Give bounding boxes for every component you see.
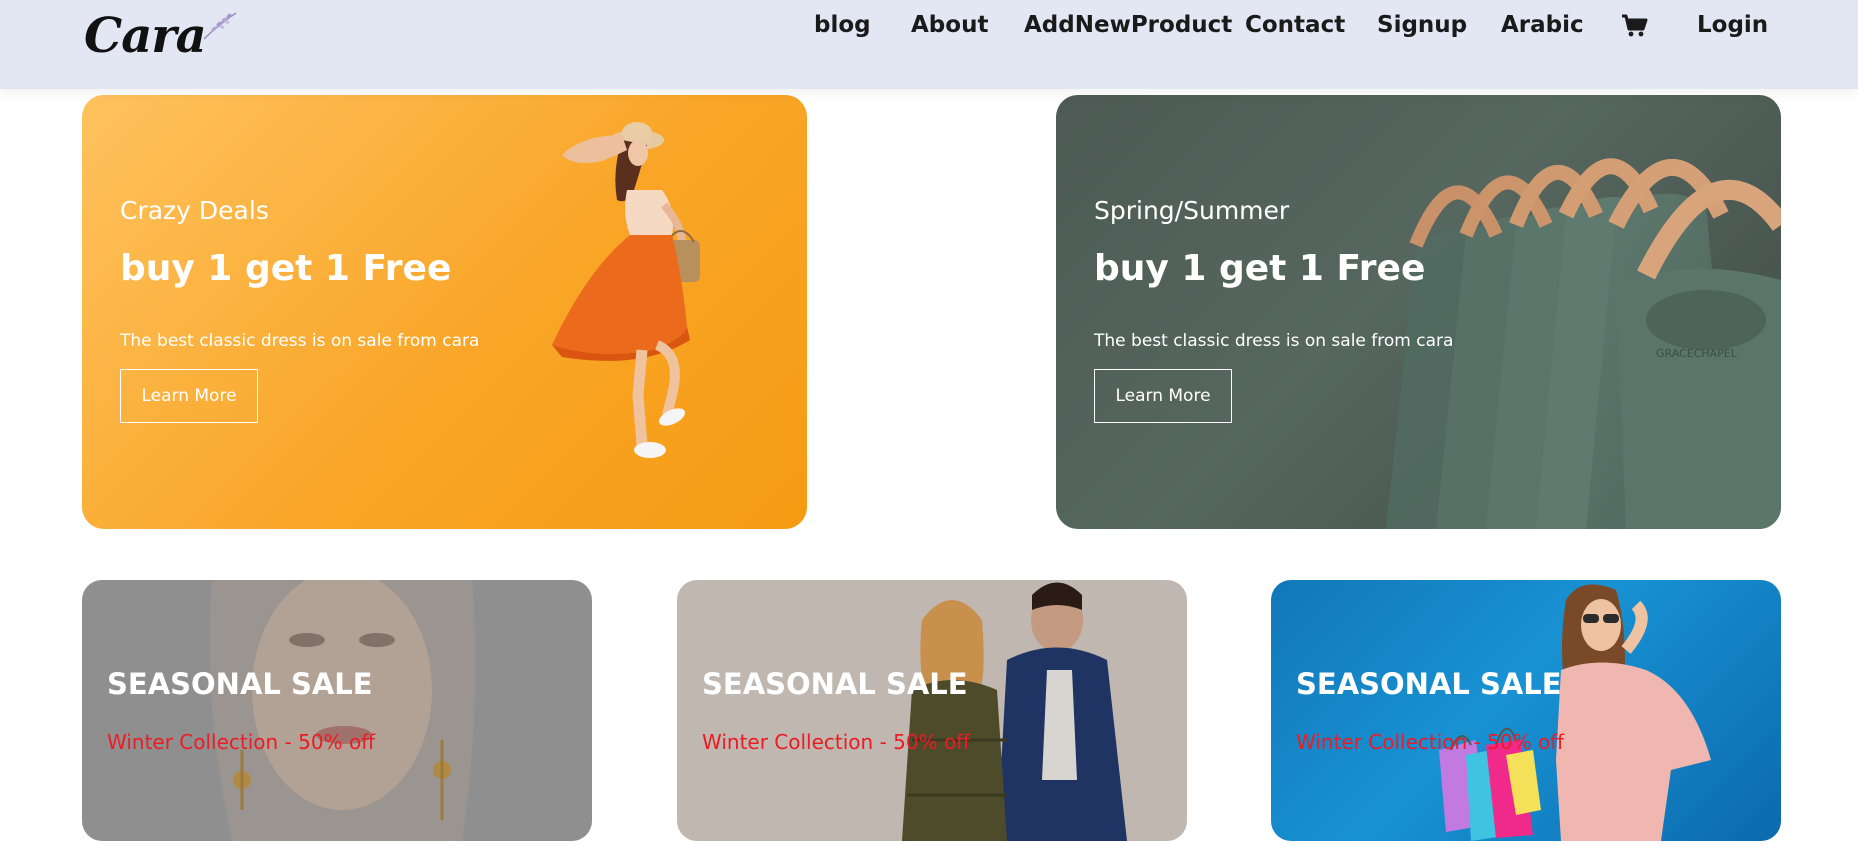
cart-icon[interactable] (1621, 14, 1649, 44)
banner-title: buy 1 get 1 Free (120, 248, 452, 289)
nav-link-add-new-product[interactable]: AddNewProduct (1024, 12, 1232, 38)
couple-in-jackets-image (902, 582, 1127, 841)
seasonal-sale-banner-2[interactable]: SEASONAL SALE Winter Collection - 50% of… (677, 580, 1187, 841)
banner-crazy-deals: Crazy Deals buy 1 get 1 Free The best cl… (82, 95, 807, 529)
woman-with-shopping-bags-image (1439, 584, 1711, 841)
banner-spring-summer: GRACECHAPEL Spring/Summer buy 1 get 1 Fr… (1056, 95, 1781, 529)
nav-link-contact[interactable]: Contact (1245, 12, 1345, 38)
site-header: Cara blog About AddNewProduct Contact Si… (0, 0, 1858, 89)
small-banner-subtitle: Winter Collection - 50% off (107, 730, 375, 754)
seasonal-sale-banner-3[interactable]: SEASONAL SALE Winter Collection - 50% of… (1271, 580, 1781, 841)
learn-more-button[interactable]: Learn More (120, 369, 258, 423)
small-banner-title: SEASONAL SALE (702, 667, 968, 701)
nav-link-signup[interactable]: Signup (1377, 12, 1467, 38)
nav-link-blog[interactable]: blog (814, 12, 871, 38)
seasonal-sale-banner-1[interactable]: SEASONAL SALE Winter Collection - 50% of… (82, 580, 592, 841)
main-nav: blog About AddNewProduct Contact Signup … (0, 0, 1858, 54)
banner-description: The best classic dress is on sale from c… (1094, 331, 1454, 351)
nav-link-about[interactable]: About (911, 12, 988, 38)
banner-subtitle: Crazy Deals (120, 196, 269, 225)
banner-subtitle: Spring/Summer (1094, 196, 1290, 225)
nav-link-arabic[interactable]: Arabic (1501, 12, 1584, 38)
svg-text:GRACECHAPEL: GRACECHAPEL (1656, 347, 1738, 360)
banner-description: The best classic dress is on sale from c… (120, 331, 480, 351)
small-banner-title: SEASONAL SALE (1296, 667, 1562, 701)
banner-content: Crazy Deals buy 1 get 1 Free The best cl… (120, 95, 540, 529)
small-banner-title: SEASONAL SALE (107, 667, 373, 701)
banner-content: Spring/Summer buy 1 get 1 Free The best … (1094, 95, 1514, 529)
woman-portrait-image (209, 580, 476, 841)
learn-more-button[interactable]: Learn More (1094, 369, 1232, 423)
small-banner-subtitle: Winter Collection - 50% off (702, 730, 970, 754)
small-banner-subtitle: Winter Collection - 50% off (1296, 730, 1564, 754)
banner-title: buy 1 get 1 Free (1094, 248, 1426, 289)
nav-link-login[interactable]: Login (1697, 12, 1768, 38)
